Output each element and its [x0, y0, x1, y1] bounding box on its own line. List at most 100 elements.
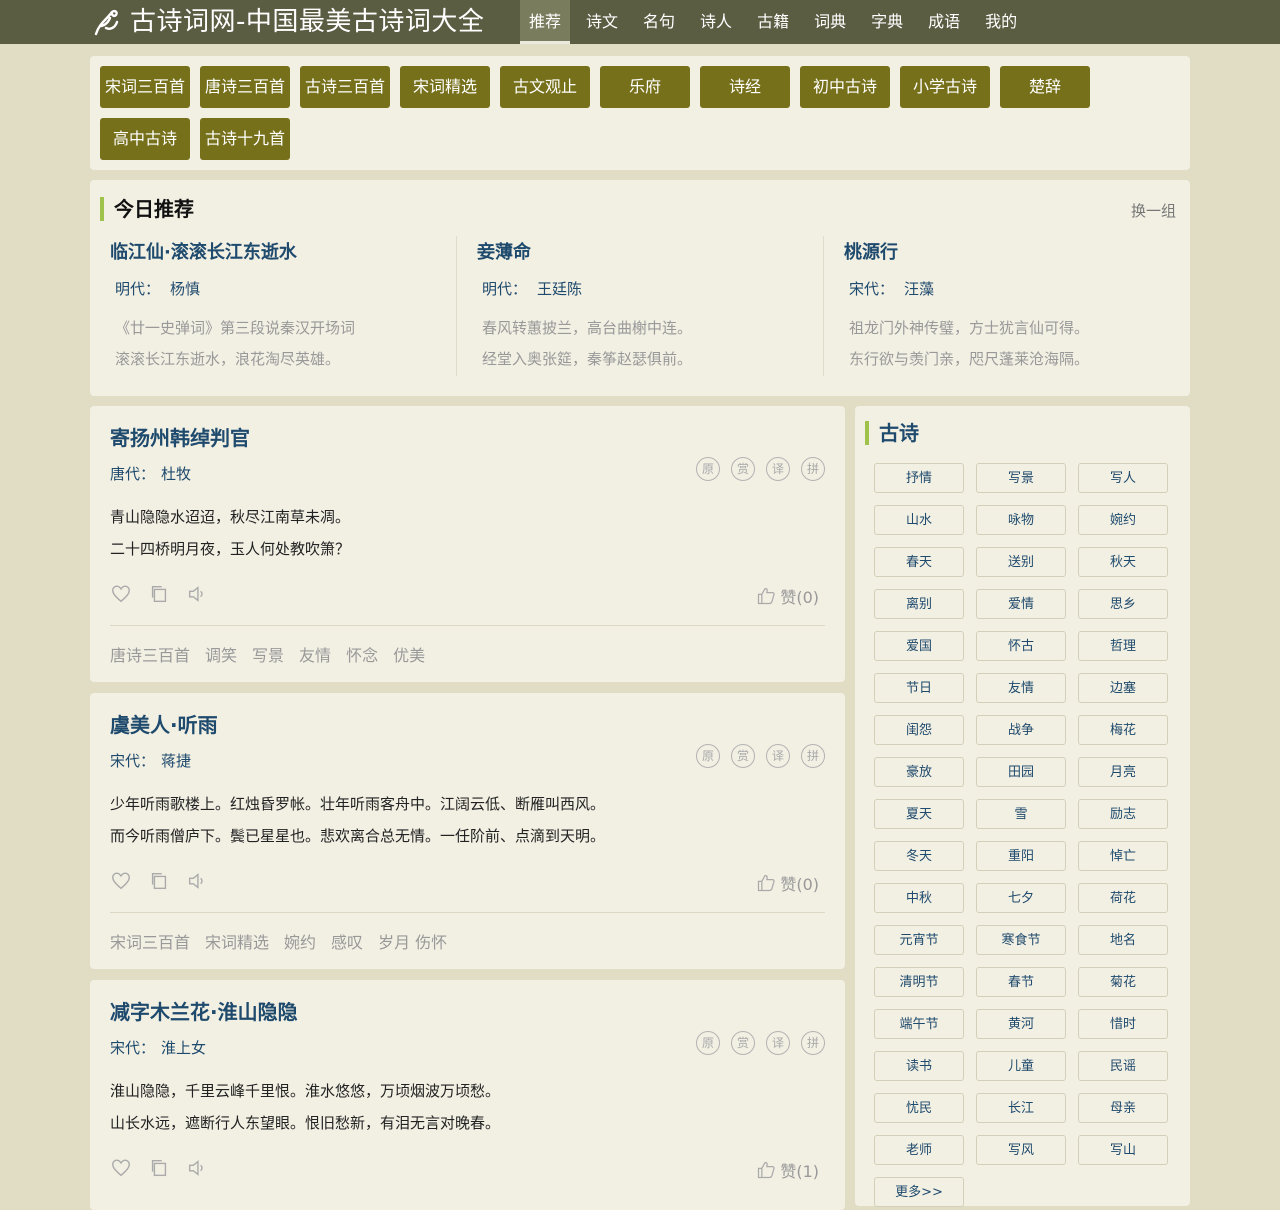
nav-poets[interactable]: 诗人	[691, 0, 741, 44]
tag-link[interactable]: 婉约	[284, 929, 316, 953]
category-button[interactable]: 写人	[1078, 463, 1168, 493]
site-logo[interactable]: 古诗词网-中国最美古诗词大全	[90, 6, 484, 38]
category-button[interactable]: 雪	[976, 799, 1066, 829]
original-button[interactable]: 原	[696, 744, 720, 768]
nav-zidian[interactable]: 字典	[862, 0, 912, 44]
category-button[interactable]: 忧民	[874, 1093, 964, 1123]
tag-link[interactable]: 岁月 伤怀	[378, 929, 447, 953]
collection-button[interactable]: 楚辞	[1000, 66, 1090, 108]
collection-button[interactable]: 古诗三百首	[300, 66, 390, 108]
tag-link[interactable]: 宋词精选	[205, 929, 269, 953]
site-title[interactable]: 古诗词网-中国最美古诗词大全	[130, 6, 484, 38]
category-button[interactable]: 清明节	[874, 967, 964, 997]
poem-title-link[interactable]: 虞美人·听雨	[110, 709, 218, 738]
author-link[interactable]: 汪藻	[904, 280, 934, 298]
category-button[interactable]: 冬天	[874, 841, 964, 871]
collection-button[interactable]: 宋词三百首	[100, 66, 190, 108]
speaker-icon[interactable]	[186, 1157, 208, 1179]
category-button[interactable]: 月亮	[1078, 757, 1168, 787]
copy-icon[interactable]	[148, 1157, 170, 1179]
copy-icon[interactable]	[148, 870, 170, 892]
original-button[interactable]: 原	[696, 457, 720, 481]
category-button[interactable]: 哲理	[1078, 631, 1168, 661]
poem-title-link[interactable]: 寄扬州韩绰判官	[110, 422, 250, 451]
appreciation-button[interactable]: 赏	[731, 744, 755, 768]
nav-cidian[interactable]: 词典	[805, 0, 855, 44]
collection-button[interactable]: 古诗十九首	[200, 118, 290, 160]
collection-button[interactable]: 乐府	[600, 66, 690, 108]
category-button[interactable]: 夏天	[874, 799, 964, 829]
category-button[interactable]: 友情	[976, 673, 1066, 703]
tag-link[interactable]: 感叹	[331, 929, 363, 953]
poem-title-link[interactable]: 桃源行	[844, 238, 1184, 264]
category-button[interactable]: 惜时	[1078, 1009, 1168, 1039]
original-button[interactable]: 原	[696, 1031, 720, 1055]
tag-link[interactable]: 调笑	[205, 642, 237, 666]
poem-title-link[interactable]: 妾薄命	[477, 238, 817, 264]
tag-link[interactable]: 唐诗三百首	[110, 642, 190, 666]
category-button[interactable]: 咏物	[976, 505, 1066, 535]
translation-button[interactable]: 译	[766, 744, 790, 768]
category-button[interactable]: 秋天	[1078, 547, 1168, 577]
category-button[interactable]: 战争	[976, 715, 1066, 745]
collection-button[interactable]: 唐诗三百首	[200, 66, 290, 108]
category-button[interactable]: 山水	[874, 505, 964, 535]
author-link[interactable]: 淮上女	[161, 1039, 206, 1057]
translation-button[interactable]: 译	[766, 457, 790, 481]
poem-title-link[interactable]: 临江仙·滚滚长江东逝水	[110, 238, 450, 264]
tag-link[interactable]: 怀念	[346, 642, 378, 666]
nav-quotes[interactable]: 名句	[634, 0, 684, 44]
category-button[interactable]: 梅花	[1078, 715, 1168, 745]
category-button[interactable]: 春节	[976, 967, 1066, 997]
appreciation-button[interactable]: 赏	[731, 457, 755, 481]
category-button[interactable]: 母亲	[1078, 1093, 1168, 1123]
category-button[interactable]: 黄河	[976, 1009, 1066, 1039]
like-button[interactable]: 赞(1)	[756, 1158, 819, 1182]
more-categories-button[interactable]: 更多>>	[874, 1177, 964, 1207]
author-link[interactable]: 杜牧	[161, 465, 191, 483]
category-button[interactable]: 爱国	[874, 631, 964, 661]
nav-poems[interactable]: 诗文	[577, 0, 627, 44]
category-button[interactable]: 励志	[1078, 799, 1168, 829]
tag-link[interactable]: 优美	[393, 642, 425, 666]
category-button[interactable]: 长江	[976, 1093, 1066, 1123]
category-button[interactable]: 荷花	[1078, 883, 1168, 913]
pinyin-button[interactable]: 拼	[801, 1031, 825, 1055]
category-button[interactable]: 老师	[874, 1135, 964, 1165]
collection-button[interactable]: 诗经	[700, 66, 790, 108]
pinyin-button[interactable]: 拼	[801, 744, 825, 768]
author-link[interactable]: 杨慎	[170, 280, 200, 298]
heart-icon[interactable]	[110, 583, 132, 605]
category-button[interactable]: 离别	[874, 589, 964, 619]
category-button[interactable]: 闺怨	[874, 715, 964, 745]
author-link[interactable]: 王廷陈	[537, 280, 582, 298]
category-button[interactable]: 送别	[976, 547, 1066, 577]
category-button[interactable]: 元宵节	[874, 925, 964, 955]
category-button[interactable]: 豪放	[874, 757, 964, 787]
collection-button[interactable]: 高中古诗	[100, 118, 190, 160]
speaker-icon[interactable]	[186, 870, 208, 892]
refresh-link[interactable]: 换一组	[1131, 200, 1176, 221]
category-button[interactable]: 节日	[874, 673, 964, 703]
copy-icon[interactable]	[148, 583, 170, 605]
category-button[interactable]: 寒食节	[976, 925, 1066, 955]
poem-title-link[interactable]: 减字木兰花·淮山隐隐	[110, 996, 298, 1025]
category-button[interactable]: 儿童	[976, 1051, 1066, 1081]
collection-button[interactable]: 小学古诗	[900, 66, 990, 108]
nav-classics[interactable]: 古籍	[748, 0, 798, 44]
category-button[interactable]: 写景	[976, 463, 1066, 493]
author-link[interactable]: 蒋捷	[161, 752, 191, 770]
heart-icon[interactable]	[110, 870, 132, 892]
category-button[interactable]: 端午节	[874, 1009, 964, 1039]
nav-recommend[interactable]: 推荐	[520, 0, 571, 44]
appreciation-button[interactable]: 赏	[731, 1031, 755, 1055]
pinyin-button[interactable]: 拼	[801, 457, 825, 481]
category-button[interactable]: 怀古	[976, 631, 1066, 661]
category-button[interactable]: 重阳	[976, 841, 1066, 871]
tag-link[interactable]: 写景	[252, 642, 284, 666]
tag-link[interactable]: 友情	[299, 642, 331, 666]
category-button[interactable]: 民谣	[1078, 1051, 1168, 1081]
category-button[interactable]: 爱情	[976, 589, 1066, 619]
category-button[interactable]: 写山	[1078, 1135, 1168, 1165]
category-button[interactable]: 思乡	[1078, 589, 1168, 619]
